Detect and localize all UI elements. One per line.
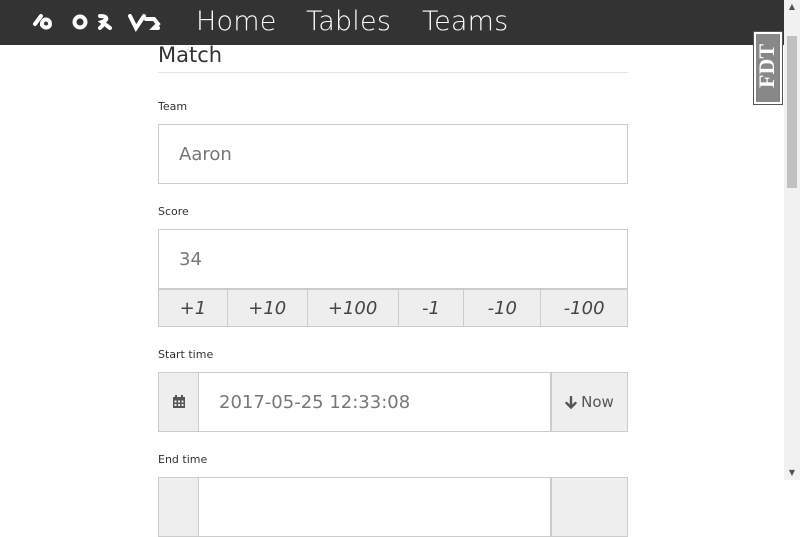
score-minus-100-button[interactable]: -100 [540, 289, 629, 327]
end-calendar-button[interactable] [158, 477, 199, 537]
score-plus-10-button[interactable]: +10 [226, 289, 308, 327]
end-time-input[interactable] [198, 477, 551, 537]
score-plus-1-button[interactable]: +1 [158, 289, 228, 327]
score-label: Score [158, 205, 189, 218]
arrow-down-icon [565, 395, 577, 409]
score-minus-1-button[interactable]: -1 [397, 289, 465, 327]
score-input[interactable] [158, 229, 628, 289]
end-time-label: End time [158, 453, 208, 466]
fdt-badge-label: FDT [754, 44, 779, 88]
logo[interactable] [32, 10, 168, 34]
start-time-input[interactable]: 2017-05-25 12:33:08 [198, 372, 551, 432]
scroll-down-arrow-icon[interactable]: ▼ [784, 466, 800, 480]
score-plus-100-button[interactable]: +100 [306, 289, 399, 327]
nav-home[interactable]: Home [196, 6, 277, 37]
nav-teams[interactable]: Teams [422, 6, 508, 37]
calendar-icon [172, 395, 185, 408]
form-title: Match [158, 43, 223, 67]
end-time-group [158, 477, 628, 537]
team-input[interactable] [158, 124, 628, 184]
vertical-scrollbar[interactable]: ▲ ▼ [784, 0, 800, 480]
top-navbar: Home Tables Teams [0, 0, 784, 45]
end-time-now-button[interactable] [551, 477, 628, 537]
score-adjust-buttons: +1 +10 +100 -1 -10 -100 [158, 289, 629, 327]
fdt-badge[interactable]: FDT [753, 31, 783, 105]
title-divider [158, 72, 628, 73]
start-time-label: Start time [158, 348, 214, 361]
start-time-now-button[interactable]: Now [551, 372, 628, 432]
nav-tables[interactable]: Tables [306, 6, 391, 37]
team-label: Team [158, 100, 188, 113]
scroll-up-arrow-icon[interactable]: ▲ [784, 0, 800, 14]
calendar-button[interactable] [158, 372, 199, 432]
start-time-group: 2017-05-25 12:33:08 Now [158, 372, 628, 432]
score-minus-10-button[interactable]: -10 [463, 289, 542, 327]
now-label: Now [581, 393, 614, 411]
scrollbar-thumb[interactable] [787, 36, 797, 188]
